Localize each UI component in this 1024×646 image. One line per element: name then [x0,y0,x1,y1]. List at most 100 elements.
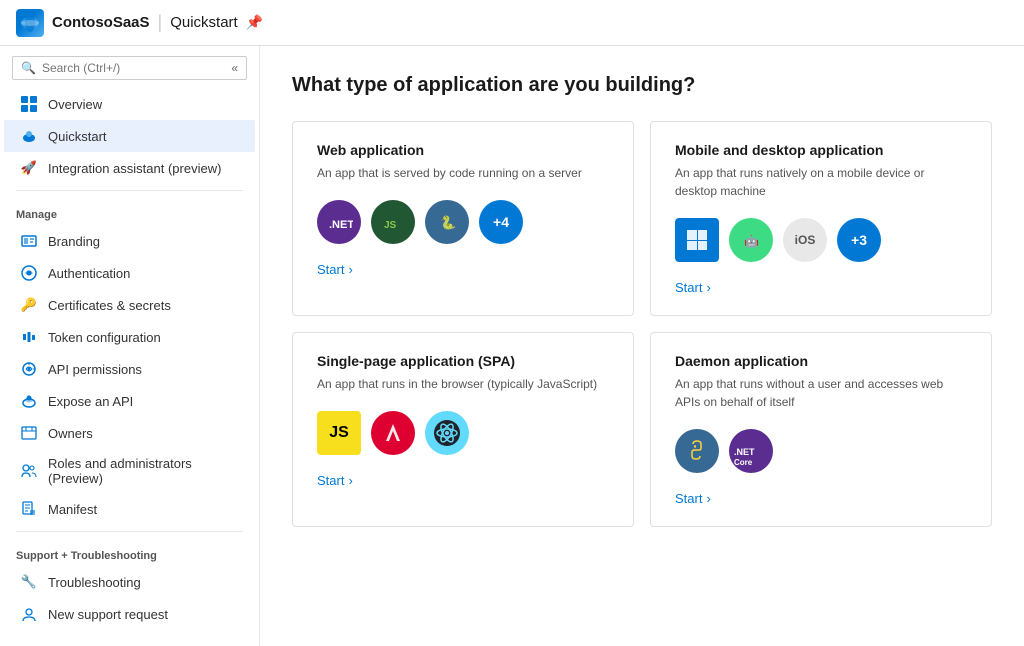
sidebar-item-certs[interactable]: 🔑 Certificates & secrets [4,289,255,321]
mobile-card-icons: 🤖 iOS +3 [675,218,967,262]
svg-text:Core: Core [734,458,753,467]
token-icon [20,328,38,346]
sidebar-item-token[interactable]: Token configuration [4,321,255,353]
manifest-icon [20,500,38,518]
quickstart-icon [20,127,38,145]
overview-icon [20,95,38,113]
svg-text:🐍: 🐍 [440,215,456,230]
plus4-icon: +4 [479,200,523,244]
spa-card-desc: An app that runs in the browser (typical… [317,375,609,393]
search-input[interactable] [42,61,231,75]
mobile-start-arrow: › [706,280,710,295]
sidebar-item-expose-api[interactable]: Expose an API [4,385,255,417]
sidebar-roles-label: Roles and administrators (Preview) [48,456,239,486]
sidebar-branding-label: Branding [48,234,100,249]
daemon-start-button[interactable]: Start › [675,491,967,506]
roles-icon [20,462,38,480]
pin-icon[interactable]: 📌 [246,14,263,31]
daemon-card-title: Daemon application [675,353,967,369]
app-logo [16,9,44,37]
sidebar-overview-label: Overview [48,97,102,112]
support-icon [20,605,38,623]
support-divider [16,531,243,532]
sidebar-item-troubleshooting[interactable]: 🔧 Troubleshooting [4,566,255,598]
sidebar-manifest-label: Manifest [48,502,97,517]
manage-divider [16,190,243,191]
web-start-button[interactable]: Start › [317,262,609,277]
sidebar-item-integration[interactable]: 🚀 Integration assistant (preview) [4,152,255,184]
owners-icon [20,424,38,442]
web-card-desc: An app that is served by code running on… [317,164,609,182]
branding-icon [20,232,38,250]
expose-api-icon [20,392,38,410]
search-box[interactable]: 🔍 « [12,56,247,80]
certs-icon: 🔑 [20,296,38,314]
sidebar-item-api-perms[interactable]: API permissions [4,353,255,385]
daemon-app-card[interactable]: Daemon application An app that runs with… [650,332,992,527]
spa-start-label: Start [317,473,344,488]
main-layout: 🔍 « Overview Quic [0,46,1024,646]
spa-card-icons: JS [317,411,609,455]
windows-icon [675,218,719,262]
collapse-icon[interactable]: « [231,61,238,75]
sidebar-support-label: New support request [48,607,168,622]
angular-icon [371,411,415,455]
ios-label: iOS [795,233,816,247]
nodejs-icon: JS [371,200,415,244]
sidebar-item-branding[interactable]: Branding [4,225,255,257]
manage-section-label: Manage [0,197,259,225]
plus3-label: +3 [851,232,867,248]
sidebar-token-label: Token configuration [48,330,161,345]
sidebar-item-overview[interactable]: Overview [4,88,255,120]
python-icon: 🐍 [425,200,469,244]
spa-start-arrow: › [348,473,352,488]
svg-text:.NET: .NET [734,447,755,457]
mobile-app-card[interactable]: Mobile and desktop application An app th… [650,121,992,316]
web-start-arrow: › [348,262,352,277]
sidebar-auth-label: Authentication [48,266,130,281]
daemon-card-icons: .NET Core [675,429,967,473]
svg-text:JS: JS [384,220,397,231]
sidebar-owners-label: Owners [48,426,93,441]
sidebar-item-support[interactable]: New support request [4,598,255,630]
plus4-label: +4 [493,214,509,230]
mobile-card-desc: An app that runs natively on a mobile de… [675,164,967,200]
sidebar-item-manifest[interactable]: Manifest [4,493,255,525]
android-icon: 🤖 [729,218,773,262]
sidebar-item-roles[interactable]: Roles and administrators (Preview) [4,449,255,493]
sidebar-item-quickstart[interactable]: Quickstart [4,120,255,152]
mobile-start-button[interactable]: Start › [675,280,967,295]
sidebar-item-owners[interactable]: Owners [4,417,255,449]
spa-app-card[interactable]: Single-page application (SPA) An app tha… [292,332,634,527]
sidebar-item-authentication[interactable]: Authentication [4,257,255,289]
support-section-label: Support + Troubleshooting [0,538,259,566]
troubleshooting-icon: 🔧 [20,573,38,591]
dotnet-icon: .NET [317,200,361,244]
react-icon [425,411,469,455]
search-icon: 🔍 [21,61,36,75]
sidebar-certs-label: Certificates & secrets [48,298,171,313]
spa-card-title: Single-page application (SPA) [317,353,609,369]
api-perms-icon [20,360,38,378]
sidebar-troubleshooting-label: Troubleshooting [48,575,141,590]
python2-icon [675,429,719,473]
sidebar-quickstart-label: Quickstart [48,129,107,144]
authentication-icon [20,264,38,282]
page-subtitle: Quickstart [170,14,238,31]
daemon-card-desc: An app that runs without a user and acce… [675,375,967,411]
dotnetcore-icon: .NET Core [729,429,773,473]
sidebar: 🔍 « Overview Quic [0,46,260,646]
sidebar-expose-label: Expose an API [48,394,133,409]
spa-start-button[interactable]: Start › [317,473,609,488]
page-title: What type of application are you buildin… [292,74,992,97]
web-app-card[interactable]: Web application An app that is served by… [292,121,634,316]
main-content: What type of application are you buildin… [260,46,1024,646]
app-type-grid: Web application An app that is served by… [292,121,992,527]
mobile-card-title: Mobile and desktop application [675,142,967,158]
ios-icon: iOS [783,218,827,262]
svg-text:🤖: 🤖 [744,234,759,248]
sidebar-integration-label: Integration assistant (preview) [48,161,221,176]
js-icon: JS [317,411,361,455]
mobile-start-label: Start [675,280,702,295]
resource-name: ContosoSaaS [52,14,150,31]
